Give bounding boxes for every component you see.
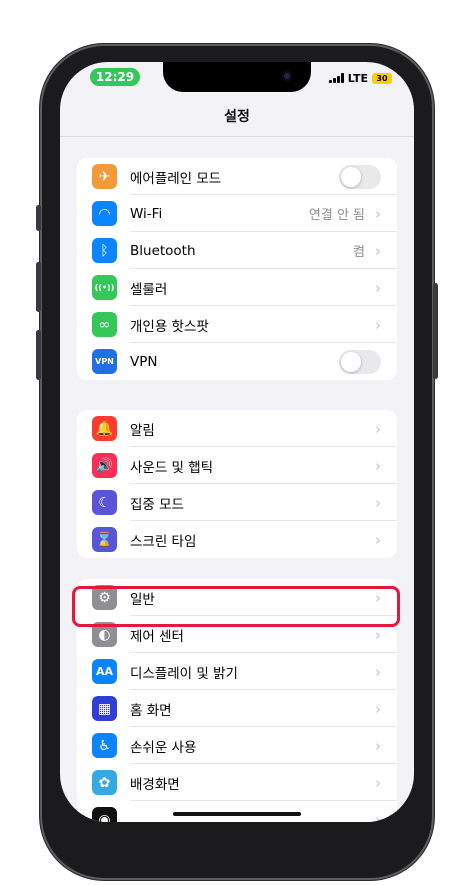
chevron-right-icon: ›: [375, 699, 381, 718]
chevron-right-icon: ›: [375, 625, 381, 644]
settings-row-bluetooth[interactable]: ᛒ Bluetooth 켬 ›: [77, 232, 397, 269]
settings-row-label: 개인용 핫스팟: [130, 318, 209, 335]
settings-row-label: 셀룰러: [130, 281, 168, 298]
status-time[interactable]: 12:29: [90, 68, 140, 86]
text-size-icon: AA: [92, 659, 117, 684]
battery-icon: 30: [372, 72, 392, 84]
hotspot-icon: ∞: [92, 312, 117, 337]
settings-row-label: 배경화면: [130, 776, 180, 793]
chevron-right-icon: ›: [375, 736, 381, 755]
airplane-mode-toggle[interactable]: [339, 165, 381, 189]
settings-row-vpn[interactable]: VPN VPN: [77, 343, 397, 380]
settings-row-label: 디스플레이 및 밝기: [130, 665, 238, 682]
chevron-right-icon: ›: [375, 773, 381, 792]
battery-level: 30: [376, 73, 388, 83]
home-indicator[interactable]: [173, 812, 301, 816]
status-indicators: LTE 30: [328, 71, 392, 85]
screen: 12:29 LTE 30 설정 ✈ 에어플레인 모드 ◠ Wi-Fi 연결 안 됨 › ᛒ B…: [60, 62, 414, 822]
chevron-right-icon: ›: [375, 662, 381, 681]
signal-icon: [328, 73, 344, 83]
cellular-icon: ((•)): [92, 275, 117, 300]
settings-row-value: 연결 안 됨: [308, 208, 365, 223]
vpn-icon: VPN: [92, 349, 117, 374]
settings-group-1: ✈ 에어플레인 모드 ◠ Wi-Fi 연결 안 됨 › ᛒ Bluetooth 켬 › ((•)) 셀…: [77, 158, 397, 380]
chevron-right-icon: ›: [375, 241, 381, 260]
silent-switch: [36, 205, 41, 231]
power-button: [433, 283, 438, 379]
settings-row-wifi[interactable]: ◠ Wi-Fi 연결 안 됨 ›: [77, 195, 397, 232]
settings-row-sounds-haptics[interactable]: 🔊 사운드 및 햅틱 ›: [77, 447, 397, 484]
settings-row-screen-time[interactable]: ⌛ 스크린 타임 ›: [77, 521, 397, 558]
settings-row-display-brightness[interactable]: AA 디스플레이 및 밝기 ›: [77, 653, 397, 690]
settings-row-focus[interactable]: ☾ 집중 모드 ›: [77, 484, 397, 521]
vpn-toggle[interactable]: [339, 350, 381, 374]
settings-row-label: 알림: [130, 422, 155, 439]
settings-row-label: 사운드 및 햅틱: [130, 459, 214, 476]
chevron-right-icon: ›: [375, 493, 381, 512]
chevron-right-icon: ›: [375, 810, 381, 823]
settings-row-cellular[interactable]: ((•)) 셀룰러 ›: [77, 269, 397, 306]
settings-row-label: VPN: [130, 353, 158, 370]
settings-row-home-screen[interactable]: ▦ 홈 화면 ›: [77, 690, 397, 727]
volume-down-button: [36, 330, 41, 380]
settings-row-label: Wi-Fi: [130, 205, 163, 222]
chevron-right-icon: ›: [375, 456, 381, 475]
chevron-right-icon: ›: [375, 204, 381, 223]
general-highlight-box: [72, 586, 400, 627]
page-title: 설정: [224, 109, 250, 125]
settings-row-personal-hotspot[interactable]: ∞ 개인용 핫스팟 ›: [77, 306, 397, 343]
bluetooth-icon: ᛒ: [92, 238, 117, 263]
front-camera-icon: [282, 71, 292, 81]
settings-row-label: 홈 화면: [130, 702, 172, 719]
chevron-right-icon: ›: [375, 419, 381, 438]
settings-row-label: Bluetooth: [130, 242, 196, 259]
siri-icon: ◉: [92, 807, 117, 822]
network-type: LTE: [347, 71, 368, 85]
settings-row-notifications[interactable]: 🔔 알림 ›: [77, 410, 397, 447]
grid-icon: ▦: [92, 696, 117, 721]
chevron-right-icon: ›: [375, 315, 381, 334]
bell-icon: 🔔: [92, 416, 117, 441]
hourglass-icon: ⌛: [92, 527, 117, 552]
settings-row-wallpaper[interactable]: ✿ 배경화면 ›: [77, 764, 397, 801]
settings-row-value: 켬: [353, 245, 365, 260]
chevron-right-icon: ›: [375, 278, 381, 297]
settings-row-label: 집중 모드: [130, 496, 184, 513]
volume-up-button: [36, 262, 41, 312]
wifi-icon: ◠: [92, 201, 117, 226]
settings-row-airplane-mode[interactable]: ✈ 에어플레인 모드: [77, 158, 397, 195]
notch: [163, 62, 311, 92]
speaker-icon: 🔊: [92, 453, 117, 478]
settings-row-label: 스크린 타임: [130, 533, 197, 550]
settings-row-label: 제어 센터: [130, 628, 184, 645]
chevron-right-icon: ›: [375, 530, 381, 549]
flower-icon: ✿: [92, 770, 117, 795]
nav-divider: [60, 136, 414, 137]
settings-group-2: 🔔 알림 › 🔊 사운드 및 햅틱 › ☾ 집중 모드 › ⌛ 스크린 타임 ›: [77, 410, 397, 558]
settings-row-accessibility[interactable]: ♿ 손쉬운 사용 ›: [77, 727, 397, 764]
accessibility-icon: ♿: [92, 733, 117, 758]
settings-row-label: 에어플레인 모드: [130, 170, 222, 187]
moon-icon: ☾: [92, 490, 117, 515]
settings-row-label: 손쉬운 사용: [130, 739, 197, 756]
airplane-icon: ✈: [92, 164, 117, 189]
